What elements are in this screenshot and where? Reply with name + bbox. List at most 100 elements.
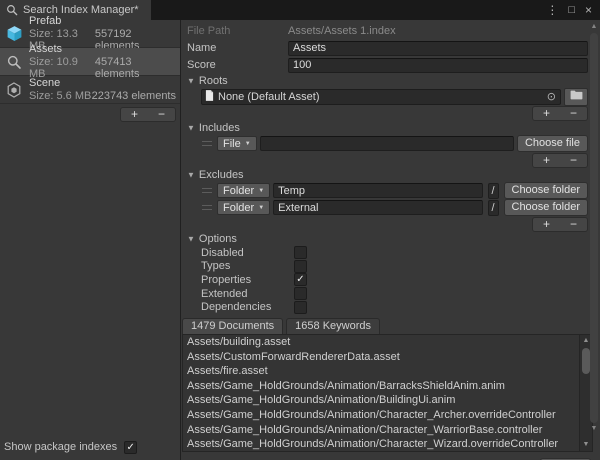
drag-handle-icon[interactable] xyxy=(202,141,212,146)
types-checkbox[interactable] xyxy=(294,260,307,273)
dropdown-arrow-icon: ▼ xyxy=(258,188,264,194)
index-item-text: Assets Size: 10.9 MB 457413 elements xyxy=(29,43,180,80)
remove-include-button[interactable]: − xyxy=(560,154,587,167)
root-folder-button[interactable] xyxy=(564,88,588,106)
sidebar-footer: Show package indexes ✓ xyxy=(0,434,180,460)
roots-object-row: None (Default Asset) ⊙ xyxy=(181,88,588,105)
index-elements: 223743 elements xyxy=(92,90,176,102)
menu-icon[interactable]: ⋮ xyxy=(546,0,558,20)
document-row[interactable]: Assets/Game_HoldGrounds/Animation/Charac… xyxy=(183,437,579,451)
path-separator: / xyxy=(488,200,499,216)
save-row: Save xyxy=(181,452,600,460)
exclude-path-field[interactable] xyxy=(273,183,482,198)
include-row: File ▼ Choose file xyxy=(181,135,588,152)
path-separator: / xyxy=(488,183,499,199)
exclude-row: Folder ▼ / Choose folder xyxy=(181,182,588,199)
choose-folder-button[interactable]: Choose folder xyxy=(504,199,589,216)
dropdown-arrow-icon: ▼ xyxy=(258,205,264,211)
document-row[interactable]: Assets/Game_HoldGrounds/Animation/Charac… xyxy=(183,423,579,438)
panel-scrollbar[interactable]: ▲ ▼ xyxy=(588,22,600,434)
exclude-type-dropdown[interactable]: Folder ▼ xyxy=(217,183,270,198)
option-row-dependencies: Dependencies xyxy=(181,300,588,314)
index-list-sidebar: Prefab Size: 13.3 MB 557192 elements Ass… xyxy=(0,20,181,460)
exclude-type-dropdown[interactable]: Folder ▼ xyxy=(217,200,270,215)
document-row[interactable]: Assets/CustomForwardRendererData.asset xyxy=(183,350,579,365)
includes-label: Includes xyxy=(199,122,240,134)
object-picker-icon[interactable]: ⊙ xyxy=(547,90,556,103)
options-foldout[interactable]: ▼ Options xyxy=(181,232,588,246)
document-row[interactable]: Assets/building.asset xyxy=(183,335,579,350)
foldout-arrow-icon: ▼ xyxy=(187,123,195,132)
file-path-value: Assets/Assets 1.index xyxy=(288,25,588,37)
drag-handle-icon[interactable] xyxy=(202,205,212,210)
index-item-assets[interactable]: Assets Size: 10.9 MB 457413 elements xyxy=(0,48,180,76)
score-field[interactable] xyxy=(288,58,588,73)
foldout-arrow-icon: ▼ xyxy=(187,76,195,85)
excludes-label: Excludes xyxy=(199,169,244,181)
prefab-cube-icon xyxy=(4,25,24,42)
document-row[interactable]: Assets/fire.asset xyxy=(183,364,579,379)
extended-checkbox[interactable] xyxy=(294,287,307,300)
show-package-indexes-checkbox[interactable]: ✓ xyxy=(124,441,137,454)
include-path-field[interactable] xyxy=(260,136,514,151)
maximize-icon[interactable]: □ xyxy=(568,0,575,20)
index-size: Size: 5.6 MB xyxy=(29,90,91,102)
roots-label: Roots xyxy=(199,75,228,87)
option-label: Dependencies xyxy=(201,301,294,313)
remove-root-button[interactable]: − xyxy=(560,107,587,120)
scroll-down-icon[interactable]: ▼ xyxy=(580,440,592,450)
score-label: Score xyxy=(187,59,288,71)
disabled-checkbox[interactable] xyxy=(294,246,307,259)
index-item-scene[interactable]: Scene Size: 5.6 MB 223743 elements xyxy=(0,76,180,104)
result-tabs: 1479 Documents 1658 Keywords xyxy=(182,318,588,334)
add-include-button[interactable]: + xyxy=(533,154,560,167)
sidebar-add-remove-row: + − xyxy=(0,104,180,122)
document-list: Assets/building.asset Assets/CustomForwa… xyxy=(182,334,593,452)
tab-documents[interactable]: 1479 Documents xyxy=(182,318,283,334)
search-index-manager-window: Search Index Manager* ⋮ □ × Prefab xyxy=(0,0,600,460)
document-row[interactable]: Assets/Game_HoldGrounds/Animation/Charac… xyxy=(183,408,579,423)
window-controls: ⋮ □ × xyxy=(546,0,600,20)
file-path-row: File Path Assets/Assets 1.index xyxy=(181,23,588,39)
drag-handle-icon[interactable] xyxy=(202,188,212,193)
root-object-value: None (Default Asset) xyxy=(218,91,543,103)
add-index-button[interactable]: + xyxy=(121,108,148,121)
exclude-type-value: Folder xyxy=(223,185,254,197)
add-root-button[interactable]: + xyxy=(533,107,560,120)
choose-file-button[interactable]: Choose file xyxy=(517,135,588,152)
options-label: Options xyxy=(199,233,237,245)
root-object-field[interactable]: None (Default Asset) ⊙ xyxy=(201,89,561,105)
name-field[interactable] xyxy=(288,41,588,56)
scroll-down-icon[interactable]: ▼ xyxy=(588,424,600,434)
dependencies-checkbox[interactable] xyxy=(294,301,307,314)
sidebar-add-remove-group: + − xyxy=(120,107,176,122)
roots-foldout[interactable]: ▼ Roots xyxy=(181,74,588,88)
show-package-indexes-label: Show package indexes xyxy=(4,441,117,453)
exclude-path-field[interactable] xyxy=(273,200,482,215)
search-icon xyxy=(6,4,18,16)
include-type-dropdown[interactable]: File ▼ xyxy=(217,136,257,151)
tab-keywords[interactable]: 1658 Keywords xyxy=(286,318,380,334)
document-row[interactable]: Assets/Game_HoldGrounds/Animation/Barrac… xyxy=(183,379,579,394)
close-icon[interactable]: × xyxy=(585,0,592,20)
properties-checkbox[interactable]: ✓ xyxy=(294,273,307,286)
exclude-row: Folder ▼ / Choose folder xyxy=(181,199,588,216)
includes-add-remove-row: + − xyxy=(181,152,588,167)
choose-folder-button[interactable]: Choose folder xyxy=(504,182,589,199)
excludes-add-remove-group: + − xyxy=(532,217,588,232)
excludes-foldout[interactable]: ▼ Excludes xyxy=(181,168,588,182)
add-exclude-button[interactable]: + xyxy=(533,218,560,231)
panel-scrollbar-thumb[interactable] xyxy=(590,33,598,423)
exclude-type-value: Folder xyxy=(223,202,254,214)
score-row: Score xyxy=(181,57,588,73)
option-label: Types xyxy=(201,260,294,272)
document-row[interactable]: Assets/Game_HoldGrounds/Animation/Buildi… xyxy=(183,393,579,408)
index-name: Scene xyxy=(29,77,176,90)
includes-foldout[interactable]: ▼ Includes xyxy=(181,121,588,135)
remove-exclude-button[interactable]: − xyxy=(560,218,587,231)
roots-add-remove-row: + − xyxy=(181,105,588,120)
scroll-up-icon[interactable]: ▲ xyxy=(588,22,600,32)
name-label: Name xyxy=(187,42,288,54)
remove-index-button[interactable]: − xyxy=(148,108,175,121)
option-row-disabled: Disabled xyxy=(181,246,588,260)
